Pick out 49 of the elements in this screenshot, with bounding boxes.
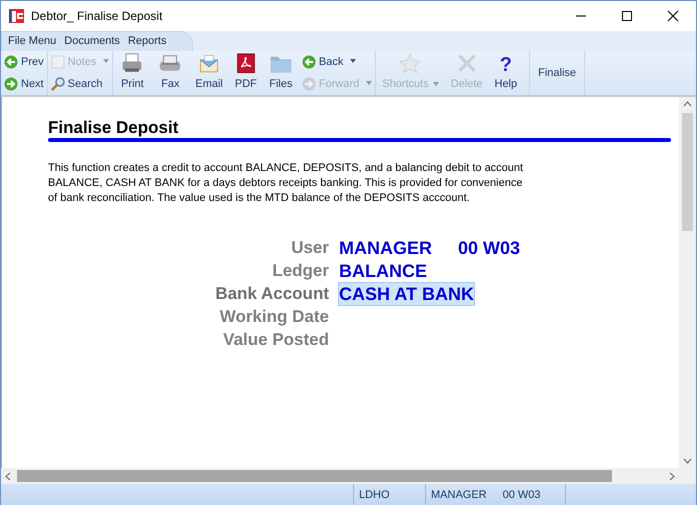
menu-item[interactable]: Documents bbox=[60, 33, 124, 50]
field-value: MANAGER bbox=[339, 236, 432, 258]
menu-item[interactable]: Reports bbox=[124, 33, 170, 50]
scroll-thumb[interactable] bbox=[17, 470, 612, 482]
field-value: CASH AT BANK bbox=[339, 282, 474, 304]
status-text: 00 W03 bbox=[502, 488, 541, 503]
scroll-thumb[interactable] bbox=[682, 113, 693, 231]
help-icon: ? bbox=[500, 54, 512, 76]
app-logo-icon bbox=[9, 8, 25, 24]
caret-icon bbox=[432, 82, 439, 86]
caret-icon bbox=[103, 58, 110, 63]
toolbar-button[interactable]: Print bbox=[113, 51, 152, 95]
menu-item[interactable]: File Menu bbox=[4, 33, 60, 50]
status-text: LDHO bbox=[359, 488, 390, 503]
note-icon bbox=[50, 55, 65, 69]
toolbar-button[interactable]: Next bbox=[4, 75, 44, 93]
toolbar-button[interactable]: Search bbox=[50, 75, 110, 93]
toolbar-button[interactable]: Fax bbox=[151, 51, 190, 95]
field-label: Ledger bbox=[271, 260, 329, 282]
toolbar-button[interactable]: Email bbox=[189, 51, 229, 95]
caret-icon bbox=[366, 80, 372, 85]
window-title: Debtor_ Finalise Deposit bbox=[31, 8, 162, 25]
fax-icon bbox=[157, 53, 184, 74]
toolbar-button[interactable]: Prev bbox=[4, 53, 44, 71]
toolbar-button[interactable]: Finalise bbox=[529, 51, 586, 95]
field-label: Value Posted bbox=[222, 329, 329, 351]
pdf-icon bbox=[236, 53, 256, 74]
search-icon bbox=[50, 77, 65, 91]
field-value: BALANCE bbox=[339, 260, 427, 282]
maximize-icon bbox=[621, 10, 633, 22]
description-text: This function creates a credit to account BALANCE, DEPOSITS, and a balancing debit to account BALANCE, CASH AT BANK for a days debtors receipts banking. This is provided for convenience of bank reconciliation. The value used is the MTD balance of the DEPOSITS acccount. bbox=[48, 161, 524, 206]
forward-arrow-icon bbox=[4, 77, 18, 91]
toolbar-button[interactable]: PDF bbox=[228, 51, 263, 95]
toolbar-button[interactable]: Files bbox=[262, 51, 299, 95]
star-icon bbox=[398, 53, 422, 74]
caret-icon bbox=[350, 58, 356, 63]
field-label: Working Date bbox=[218, 306, 329, 328]
status-text: MANAGER bbox=[431, 488, 487, 503]
toolbar-button[interactable]: ? Help bbox=[488, 51, 524, 95]
back-arrow-icon bbox=[302, 55, 316, 69]
field-label: Bank Account bbox=[214, 283, 329, 305]
back-arrow-icon bbox=[4, 55, 18, 69]
forward-arrow-icon bbox=[302, 77, 316, 91]
toolbar-button[interactable]: Back bbox=[302, 53, 372, 71]
page-heading: Finalise Deposit bbox=[48, 118, 180, 138]
delete-icon bbox=[456, 53, 478, 74]
close-icon bbox=[667, 10, 679, 22]
field-label: User bbox=[290, 237, 329, 259]
field-value: 00 W03 bbox=[458, 236, 520, 258]
